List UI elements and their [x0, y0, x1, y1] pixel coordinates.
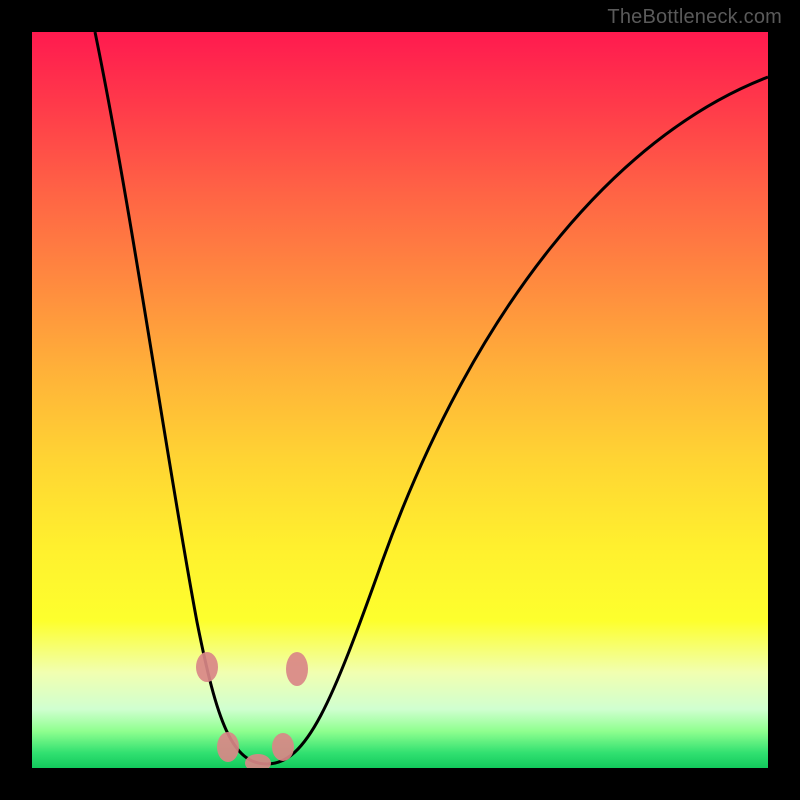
chart-frame: TheBottleneck.com: [0, 0, 800, 800]
bottleneck-curve: [95, 32, 768, 764]
curve-marker: [217, 732, 239, 762]
markers-group: [196, 652, 308, 768]
curve-marker: [272, 733, 294, 761]
watermark-text: TheBottleneck.com: [607, 6, 782, 29]
curve-marker: [196, 652, 218, 682]
curve-marker: [286, 652, 308, 686]
chart-svg: [32, 32, 768, 768]
plot-area: [32, 32, 768, 768]
curve-marker: [245, 754, 271, 768]
